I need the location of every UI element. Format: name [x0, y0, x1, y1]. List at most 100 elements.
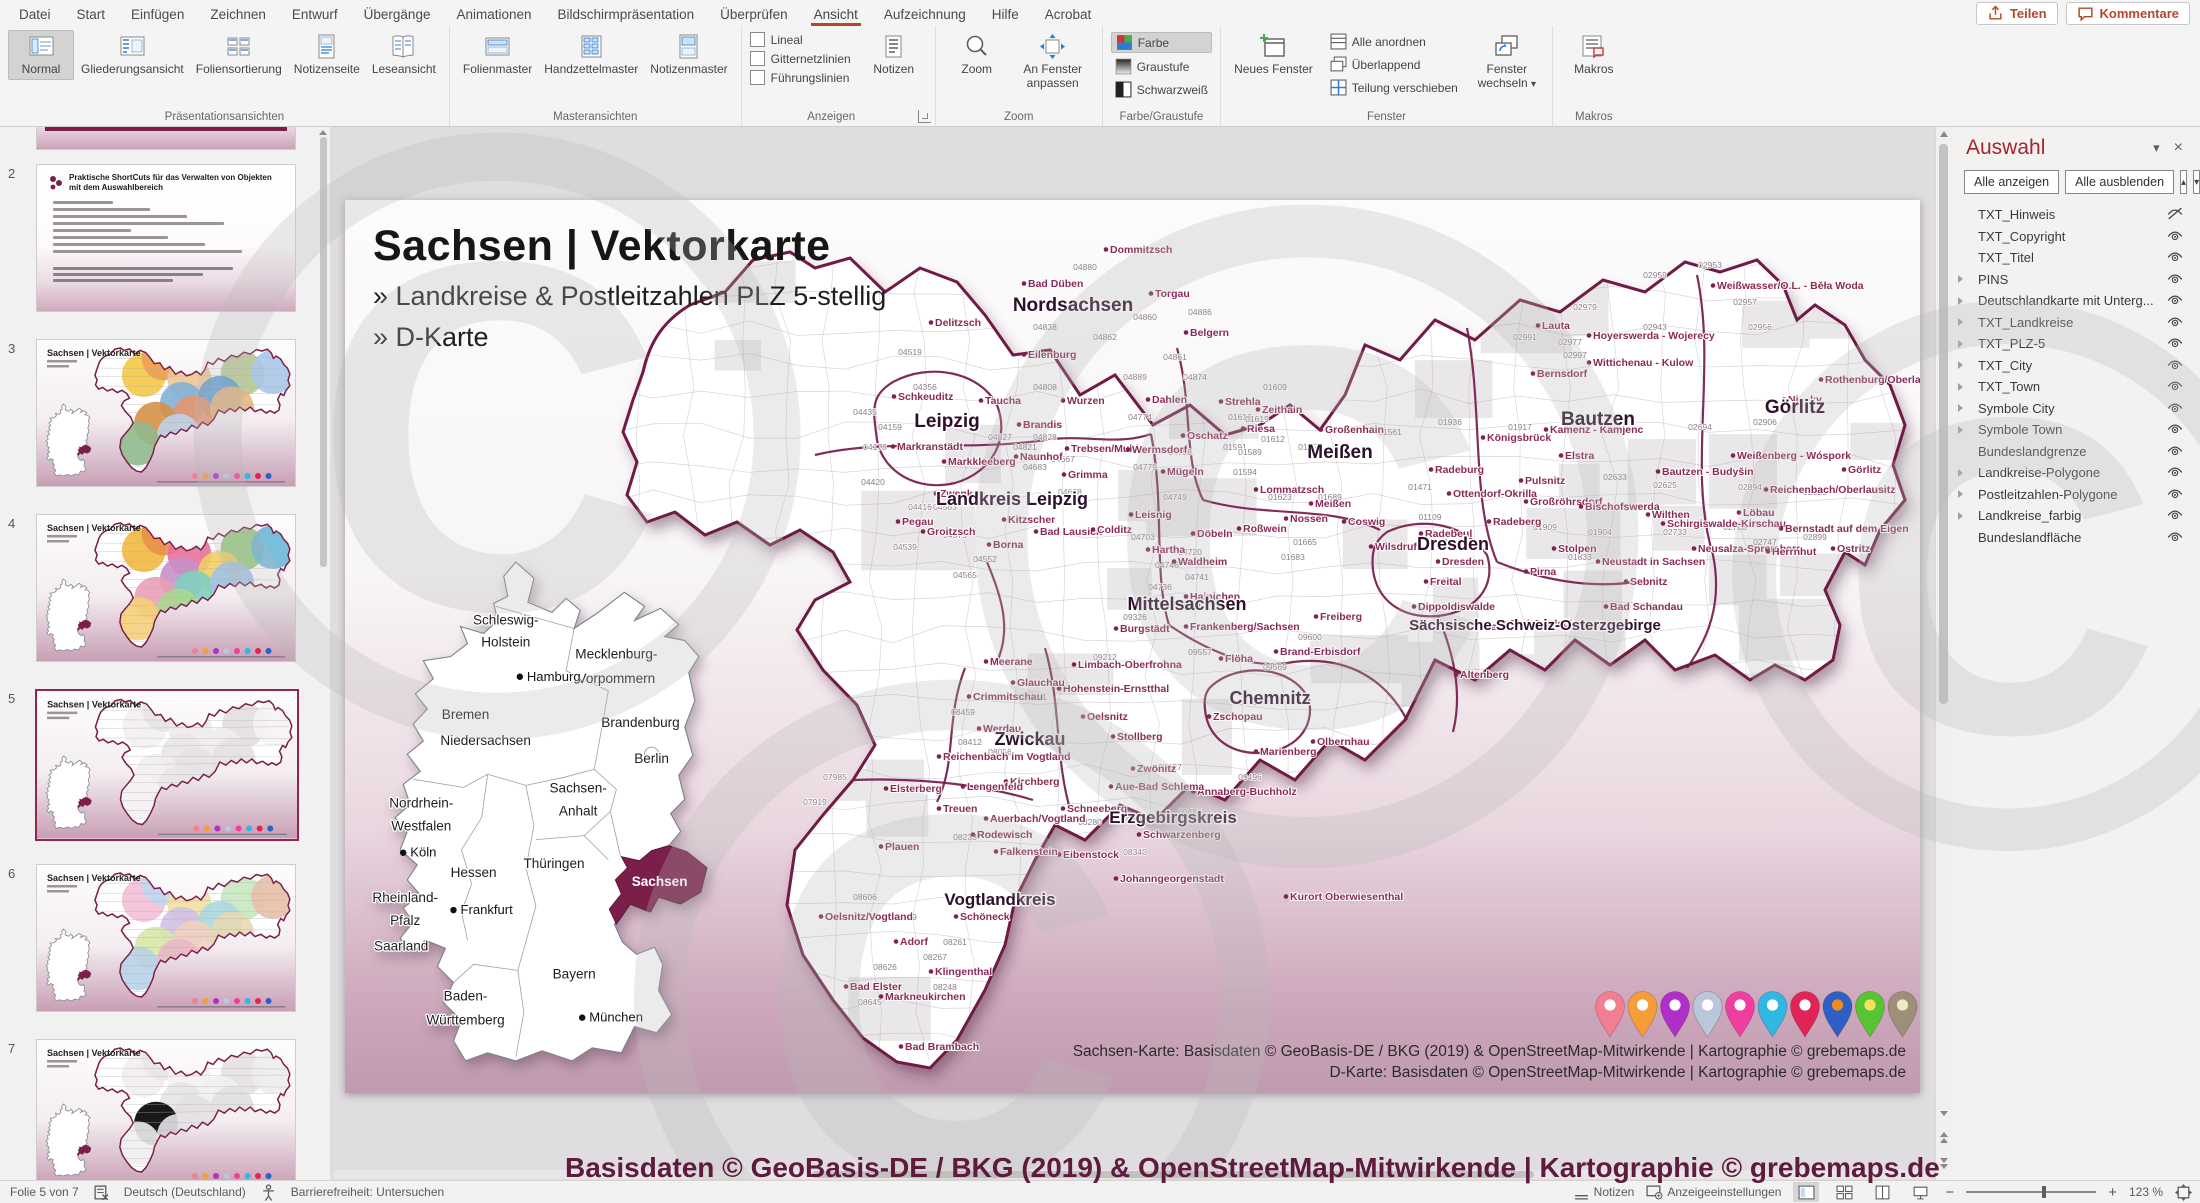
visibility-icon[interactable] [2166, 292, 2184, 308]
visibility-icon[interactable] [2166, 335, 2184, 351]
visibility-icon[interactable] [2166, 421, 2184, 437]
selection-item-txt-town[interactable]: TXT_Town [1952, 376, 2200, 398]
thumbnail-slide-6[interactable]: 6 Sachsen | Vektorkarte [0, 864, 330, 1014]
zoom-slider[interactable] [1966, 1182, 2097, 1202]
visibility-icon[interactable] [2166, 378, 2184, 394]
pane-close-icon[interactable]: × [2167, 137, 2190, 159]
tab-aufzeichnung[interactable]: Aufzeichnung [871, 2, 979, 26]
guides-checkbox[interactable]: Führungslinien [749, 70, 851, 85]
thumbnail-scrollbar[interactable] [317, 128, 329, 1181]
expand-triangle-icon[interactable] [1958, 425, 1963, 434]
visibility-icon[interactable] [2166, 486, 2184, 502]
selection-item-bundeslandfl-che[interactable]: Bundeslandfläche [1952, 527, 2200, 549]
thumbnail-slide-7-box[interactable]: Sachsen | Vektorkarte [36, 1039, 296, 1181]
zoom-in-button[interactable]: + [2108, 1184, 2117, 1201]
selection-item-pins[interactable]: PINS [1952, 269, 2200, 291]
thumbnail-slide-2-box[interactable]: Praktische ShortCuts für das Verwalten v… [36, 164, 296, 312]
scroll-up-arrow[interactable] [1940, 131, 1948, 137]
visibility-icon[interactable] [2166, 228, 2184, 244]
selection-item-txt-plz-5[interactable]: TXT_PLZ-5 [1952, 333, 2200, 355]
display-settings-button[interactable]: Anzeigeeinstellungen [1646, 1184, 1781, 1201]
thumbnail-slide-4[interactable]: 4 Sachsen | Vektorkarte [0, 514, 330, 664]
thumbnail-slide-6-box[interactable]: Sachsen | Vektorkarte [36, 864, 296, 1012]
tab-zeichnen[interactable]: Zeichnen [197, 2, 279, 26]
scroll-down-arrow[interactable] [1937, 1105, 1950, 1121]
fit-to-window-button[interactable]: An Fenster anpassen [1012, 30, 1094, 94]
visibility-icon[interactable] [2166, 400, 2184, 416]
tab-entwurf[interactable]: Entwurf [279, 2, 351, 26]
visibility-icon[interactable] [2166, 464, 2184, 480]
notes-toggle[interactable]: Notizen [1573, 1184, 1634, 1201]
move-up-button[interactable]: ▴ [2180, 170, 2188, 194]
normal-view-toggle[interactable] [1793, 1182, 1820, 1202]
tab-animationen[interactable]: Animationen [443, 2, 544, 26]
expand-triangle-icon[interactable] [1958, 318, 1963, 327]
language-status[interactable]: Deutsch (Deutschland) [124, 1185, 246, 1199]
selection-item-txt-copyright[interactable]: TXT_Copyright [1952, 226, 2200, 248]
handout-master-button[interactable]: Handzettelmaster [539, 30, 643, 80]
accessibility-status[interactable]: Barrierefreiheit: Untersuchen [291, 1185, 444, 1199]
cascade-button[interactable]: Überlappend [1326, 55, 1462, 74]
thumbnail-slide-3[interactable]: 3 Sachsen | Vektorkarte [0, 339, 330, 489]
selection-item-postleitzahlen-polygone[interactable]: Postleitzahlen-Polygone [1952, 484, 2200, 506]
fit-slide-icon[interactable] [2175, 1183, 2192, 1201]
selection-item-symbole-town[interactable]: Symbole Town [1952, 419, 2200, 441]
notes-button[interactable]: Notizen [861, 30, 927, 80]
tab-start[interactable]: Start [64, 2, 119, 26]
expand-triangle-icon[interactable] [1958, 511, 1963, 520]
pane-options-chevron-icon[interactable]: ▾ [2146, 138, 2167, 158]
zoom-out-button[interactable]: − [1945, 1184, 1954, 1201]
selection-item-txt-city[interactable]: TXT_City [1952, 355, 2200, 377]
thumbnail-slide-5-box[interactable]: Sachsen | Vektorkarte [35, 689, 299, 841]
tab-datei[interactable]: Datei [6, 2, 64, 26]
thumbnail-slide-5[interactable]: 5 Sachsen | Vektorkarte [0, 689, 330, 841]
visibility-icon[interactable] [2166, 314, 2184, 330]
thumbnail-slide-3-box[interactable]: Sachsen | Vektorkarte [36, 339, 296, 487]
slide-master-button[interactable]: Folienmaster [458, 30, 537, 80]
gridlines-checkbox[interactable]: Gitternetzlinien [749, 51, 851, 66]
selection-item-txt-landkreise[interactable]: TXT_Landkreise [1952, 312, 2200, 334]
slide-sorter-button[interactable]: Foliensortierung [191, 30, 287, 80]
visibility-icon[interactable] [2166, 443, 2184, 459]
move-down-button[interactable]: ▾ [2193, 170, 2200, 194]
blackwhite-button[interactable]: Schwarzweiß [1111, 80, 1212, 99]
tab-bildschirmpräsentation[interactable]: Bildschirmpräsentation [545, 2, 708, 26]
expand-triangle-icon[interactable] [1958, 296, 1963, 305]
reading-view-button[interactable]: Leseansicht [367, 30, 441, 80]
selection-item-symbole-city[interactable]: Symbole City [1952, 398, 2200, 420]
reading-view-toggle[interactable] [1869, 1182, 1895, 1202]
move-split-button[interactable]: Teilung verschieben [1326, 78, 1462, 97]
selection-item-bundeslandgrenze[interactable]: Bundeslandgrenze [1952, 441, 2200, 463]
normal-view-button[interactable]: Normal [8, 30, 74, 80]
selection-item-deutschlandkarte-mit-unterg-[interactable]: Deutschlandkarte mit Unterg... [1952, 290, 2200, 312]
thumbnail-slide-1-box[interactable] [36, 126, 296, 150]
visibility-icon[interactable] [2166, 507, 2184, 523]
macros-button[interactable]: Makros [1561, 30, 1627, 80]
zoom-button[interactable]: Zoom [944, 30, 1010, 80]
thumbnail-slide-7[interactable]: 7 Sachsen | Vektorkarte [0, 1039, 330, 1181]
tab-einfügen[interactable]: Einfügen [118, 2, 197, 26]
visibility-hidden-icon[interactable] [2166, 206, 2184, 222]
slideshow-toggle[interactable] [1907, 1182, 1933, 1202]
visibility-icon[interactable] [2166, 271, 2184, 287]
scrollbar-thumb[interactable] [1939, 144, 1948, 704]
grayscale-button[interactable]: Graustufe [1111, 57, 1212, 76]
previous-slide-button[interactable] [1937, 1129, 1950, 1145]
zoom-percentage[interactable]: 123 % [2129, 1185, 2163, 1199]
visibility-icon[interactable] [2166, 357, 2184, 373]
selection-item-txt-titel[interactable]: TXT_Titel [1952, 247, 2200, 269]
show-all-button[interactable]: Alle anzeigen [1964, 170, 2060, 194]
tab-ansicht[interactable]: Ansicht [801, 2, 871, 26]
proofing-icon[interactable] [93, 1184, 110, 1201]
ruler-checkbox[interactable]: Lineal [749, 32, 851, 47]
outline-view-button[interactable]: Gliederungsansicht [76, 30, 189, 80]
switch-window-button[interactable]: Fenster wechseln ▾ [1470, 30, 1544, 94]
expand-triangle-icon[interactable] [1958, 339, 1963, 348]
expand-triangle-icon[interactable] [1958, 382, 1963, 391]
comments-button[interactable]: Kommentare [2065, 2, 2190, 25]
expand-triangle-icon[interactable] [1958, 361, 1963, 370]
expand-triangle-icon[interactable] [1958, 275, 1963, 284]
color-button[interactable]: Farbe [1110, 32, 1213, 53]
slide-sorter-toggle[interactable] [1831, 1182, 1857, 1202]
arrange-all-button[interactable]: Alle anordnen [1326, 32, 1462, 51]
